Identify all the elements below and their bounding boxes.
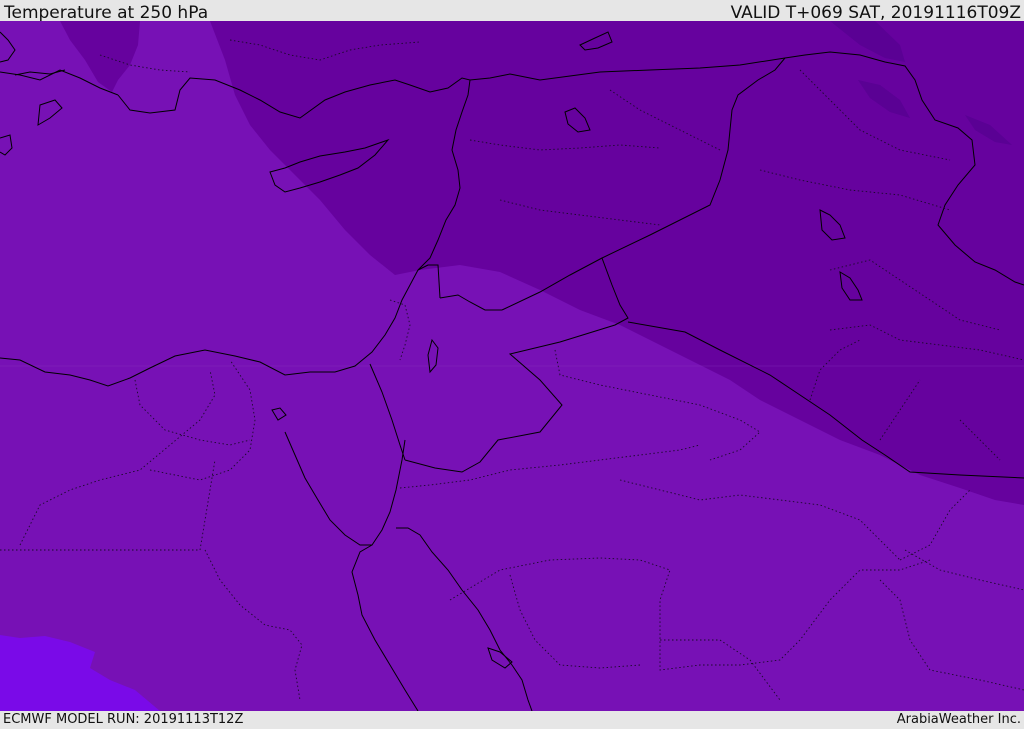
valid-time-label: VALID T+069 SAT, 20191116T09Z	[730, 3, 1021, 23]
map-canvas	[0, 21, 1024, 711]
weather-map[interactable]	[0, 21, 1024, 711]
credit-label: ArabiaWeather Inc.	[896, 712, 1021, 727]
map-title: Temperature at 250 hPa	[4, 3, 209, 23]
footer-bar: ECMWF MODEL RUN: 20191113T12Z ArabiaWeat…	[0, 711, 1024, 729]
model-run-label: ECMWF MODEL RUN: 20191113T12Z	[3, 712, 244, 727]
header-bar: Temperature at 250 hPa VALID T+069 SAT, …	[0, 0, 1024, 23]
